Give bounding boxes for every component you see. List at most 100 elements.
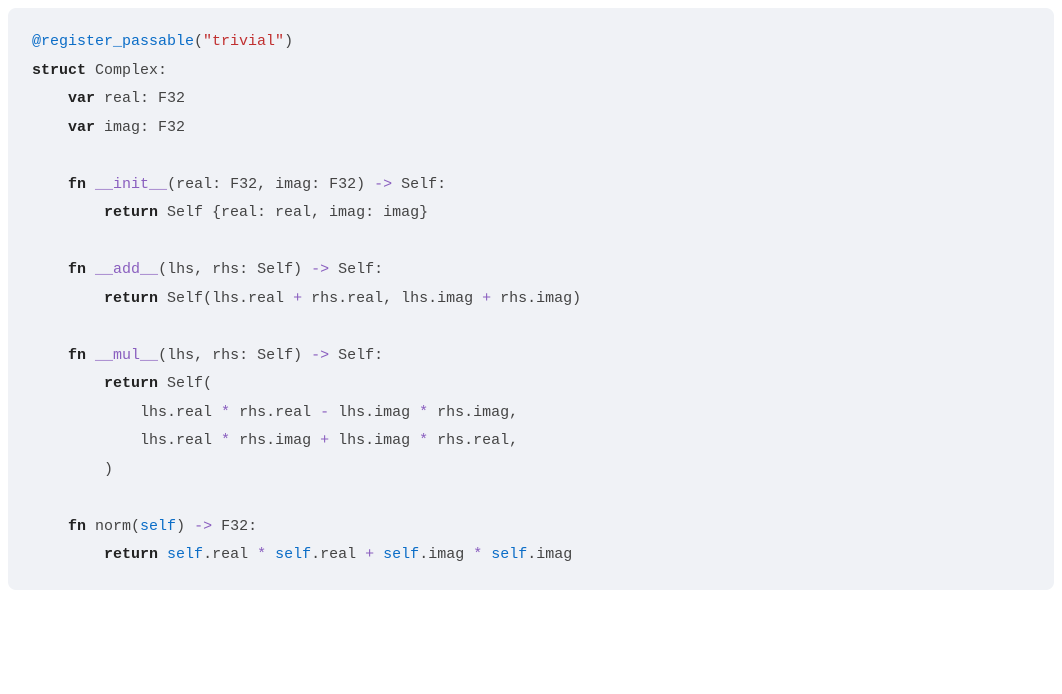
text-token: lhs.imag — [329, 404, 419, 421]
text-token: real: F32 — [95, 90, 185, 107]
operator-token: * — [473, 546, 482, 563]
params-token: ) — [176, 518, 194, 535]
self-token: self — [383, 546, 419, 563]
arrow-token: -> — [311, 347, 329, 364]
text-token: rhs.real, lhs.imag — [302, 290, 482, 307]
text-token: Self( — [158, 375, 212, 392]
text-token: Self(lhs.real — [158, 290, 293, 307]
code-line-4: var imag: F32 — [32, 114, 1030, 143]
params-token: (real: F32, imag: F32) — [167, 176, 374, 193]
operator-token: + — [365, 546, 374, 563]
self-token: self — [491, 546, 527, 563]
paren-token: ) — [284, 33, 293, 50]
text-token: lhs.real — [140, 432, 221, 449]
keyword-token: var — [68, 90, 95, 107]
paren-token: ( — [194, 33, 203, 50]
code-line-19: return self.real * self.real + self.imag… — [32, 541, 1030, 570]
code-line-7: return Self {real: real, imag: imag} — [32, 199, 1030, 228]
keyword-token: fn — [68, 176, 86, 193]
indent — [32, 546, 104, 563]
indent — [32, 347, 68, 364]
text-token: .real — [311, 546, 365, 563]
indent — [32, 90, 68, 107]
text-token: rhs.imag — [230, 432, 320, 449]
decorator-token: @register_passable — [32, 33, 194, 50]
indent — [32, 461, 104, 478]
operator-token: * — [419, 404, 428, 421]
code-line-blank — [32, 313, 1030, 342]
indent — [32, 119, 68, 136]
text-token: Self: — [329, 347, 383, 364]
text-token: norm( — [86, 518, 140, 535]
text-token: .imag — [527, 546, 572, 563]
indent — [32, 432, 140, 449]
indent — [32, 404, 140, 421]
space — [266, 546, 275, 563]
text-token: rhs.real, — [428, 432, 518, 449]
indent — [32, 204, 104, 221]
code-line-18: fn norm(self) -> F32: — [32, 513, 1030, 542]
code-line-6: fn __init__(real: F32, imag: F32) -> Sel… — [32, 171, 1030, 200]
indent — [32, 176, 68, 193]
space — [86, 261, 95, 278]
space — [86, 176, 95, 193]
text-token: .imag — [419, 546, 473, 563]
text-token: rhs.imag) — [491, 290, 581, 307]
text-token: imag: F32 — [95, 119, 185, 136]
params-token: (lhs, rhs: Self) — [158, 261, 311, 278]
text-token: lhs.real — [140, 404, 221, 421]
keyword-token: var — [68, 119, 95, 136]
indent — [32, 375, 104, 392]
self-token: self — [140, 518, 176, 535]
keyword-token: fn — [68, 347, 86, 364]
self-token: self — [167, 546, 203, 563]
text-token: Self: — [329, 261, 383, 278]
code-line-blank — [32, 228, 1030, 257]
code-line-blank — [32, 484, 1030, 513]
code-line-12: fn __mul__(lhs, rhs: Self) -> Self: — [32, 342, 1030, 371]
keyword-token: return — [104, 375, 158, 392]
code-line-15: lhs.real * rhs.imag + lhs.imag * rhs.rea… — [32, 427, 1030, 456]
text-token: lhs.imag — [329, 432, 419, 449]
operator-token: - — [320, 404, 329, 421]
string-token: "trivial" — [203, 33, 284, 50]
arrow-token: -> — [194, 518, 212, 535]
code-line-blank — [32, 142, 1030, 171]
indent — [32, 261, 68, 278]
self-token: self — [275, 546, 311, 563]
dunder-token: __add__ — [95, 261, 158, 278]
text-token: rhs.imag, — [428, 404, 518, 421]
operator-token: * — [221, 432, 230, 449]
operator-token: * — [419, 432, 428, 449]
operator-token: * — [257, 546, 266, 563]
params-token: (lhs, rhs: Self) — [158, 347, 311, 364]
code-line-2: struct Complex: — [32, 57, 1030, 86]
code-line-3: var real: F32 — [32, 85, 1030, 114]
indent — [32, 290, 104, 307]
arrow-token: -> — [311, 261, 329, 278]
code-line-9: fn __add__(lhs, rhs: Self) -> Self: — [32, 256, 1030, 285]
keyword-token: return — [104, 290, 158, 307]
indent — [32, 518, 68, 535]
keyword-token: struct — [32, 62, 86, 79]
text-token: rhs.real — [230, 404, 320, 421]
text-token: Self: — [392, 176, 446, 193]
keyword-token: return — [104, 546, 158, 563]
text-token: ) — [104, 461, 113, 478]
arrow-token: -> — [374, 176, 392, 193]
code-line-10: return Self(lhs.real + rhs.real, lhs.ima… — [32, 285, 1030, 314]
code-line-16: ) — [32, 456, 1030, 485]
space — [374, 546, 383, 563]
code-line-14: lhs.real * rhs.real - lhs.imag * rhs.ima… — [32, 399, 1030, 428]
dunder-token: __init__ — [95, 176, 167, 193]
text-token: Complex: — [86, 62, 167, 79]
text-token: Self {real: real, imag: imag} — [158, 204, 428, 221]
keyword-token: fn — [68, 518, 86, 535]
space — [158, 546, 167, 563]
space — [482, 546, 491, 563]
text-token: .real — [203, 546, 257, 563]
keyword-token: fn — [68, 261, 86, 278]
keyword-token: return — [104, 204, 158, 221]
code-block: @register_passable("trivial") struct Com… — [8, 8, 1054, 590]
code-line-13: return Self( — [32, 370, 1030, 399]
